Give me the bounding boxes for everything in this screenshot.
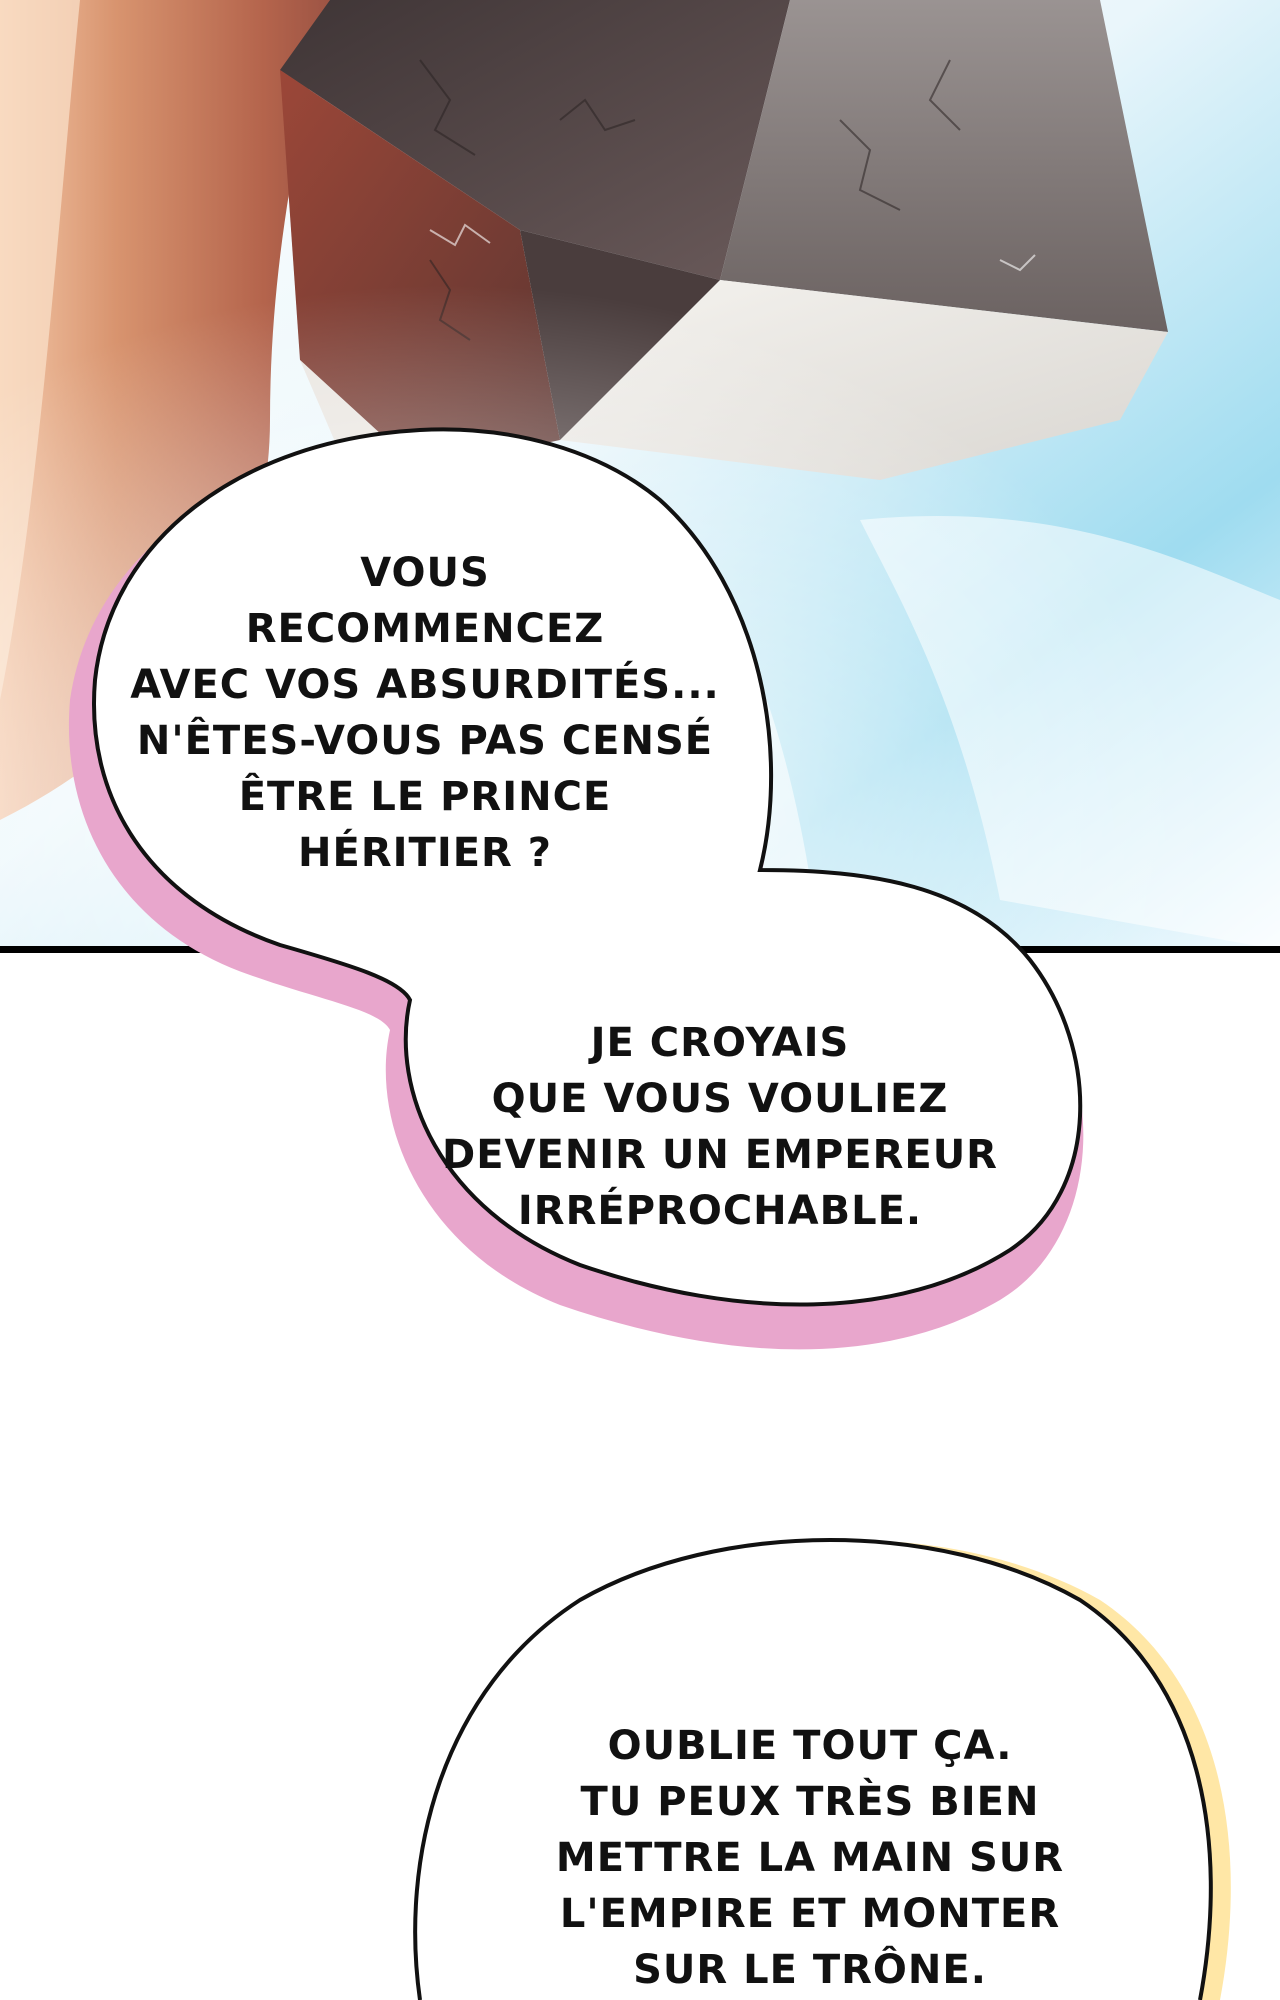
bubble-line: IRRÉPROCHABLE. <box>517 1188 923 1234</box>
bubble-line: DEVENIR UN EMPEREUR <box>442 1132 998 1178</box>
speech-bubble-1-text: VOUS RECOMMENCEZ AVEC VOS ABSURDITÉS... … <box>100 545 750 881</box>
bubble-line: JE CROYAIS <box>590 1020 850 1066</box>
bubble-line: RECOMMENCEZ <box>245 606 605 652</box>
bubble-line: QUE VOUS VOULIEZ <box>491 1076 949 1122</box>
bubble-line: N'ÊTES-VOUS PAS CENSÉ <box>136 718 714 764</box>
bubble-line: VOUS <box>360 550 490 596</box>
bubble-line: AVEC VOS ABSURDITÉS... <box>130 662 720 708</box>
bubble-line: L'EMPIRE ET MONTER <box>559 1891 1061 1937</box>
bubble-line: SUR LE TRÔNE. <box>633 1947 987 1993</box>
speech-bubble-3-text: OUBLIE TOUT ÇA. TU PEUX TRÈS BIEN METTRE… <box>520 1718 1100 1998</box>
bubble-line: ÊTRE LE PRINCE <box>238 774 612 820</box>
bubble-line: TU PEUX TRÈS BIEN <box>580 1779 1040 1825</box>
bubble-line: OUBLIE TOUT ÇA. <box>607 1723 1013 1769</box>
speech-bubble-2-text: JE CROYAIS QUE VOUS VOULIEZ DEVENIR UN E… <box>420 1015 1020 1239</box>
bubble-line: METTRE LA MAIN SUR <box>555 1835 1065 1881</box>
speech-bubbles-layer <box>68 427 1231 2000</box>
bubble-line: HÉRITIER ? <box>298 830 552 876</box>
